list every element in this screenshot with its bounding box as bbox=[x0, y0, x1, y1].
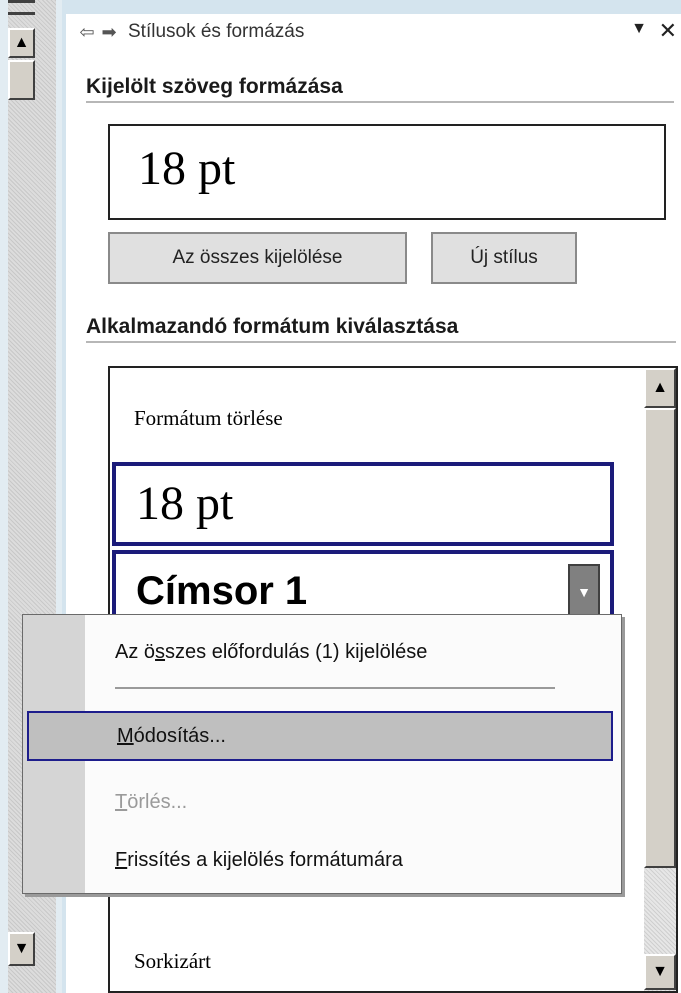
split-handle-line bbox=[8, 12, 35, 15]
menu-item-select-all-occurrences[interactable]: Az ö s szes előfordulás (1) kijelölése bbox=[89, 627, 613, 677]
pane-title: Stílusok és formázás bbox=[128, 21, 305, 42]
item-dropdown-button[interactable]: ▼ bbox=[568, 564, 600, 620]
menu-label-part: örlés... bbox=[127, 790, 188, 813]
split-handle[interactable] bbox=[8, 0, 35, 3]
scrollbar-thumb[interactable] bbox=[8, 60, 35, 100]
list-scrollbar[interactable]: ▲ ▼ bbox=[644, 368, 676, 991]
scrollbar-thumb[interactable] bbox=[644, 408, 676, 868]
pane-header: ⇦ ➡ Stílusok és formázás ▼ ✕ bbox=[66, 14, 681, 50]
select-all-button[interactable]: Az összes kijelölése bbox=[108, 232, 407, 284]
section-title-formatting: Kijelölt szöveg formázása bbox=[86, 75, 674, 103]
menu-label-part: szes előfordulás (1) kijelölése bbox=[165, 640, 428, 663]
menu-accelerator: s bbox=[155, 640, 166, 663]
menu-item-modify[interactable]: Módosítás... bbox=[27, 711, 613, 761]
forward-arrow-icon[interactable]: ➡ bbox=[98, 22, 120, 43]
dropdown-arrow-icon[interactable]: ▼ bbox=[631, 20, 647, 38]
list-item-label: Címsor 1 bbox=[136, 569, 308, 613]
section-title-apply: Alkalmazandó formátum kiválasztása bbox=[86, 315, 676, 343]
menu-label-part: Az ö bbox=[115, 640, 156, 663]
menu-label-part: ódosítás... bbox=[133, 724, 226, 747]
current-format-box: 18 pt bbox=[108, 124, 666, 220]
context-menu: Az ö s szes előfordulás (1) kijelölése Mód… bbox=[22, 614, 622, 894]
new-style-button[interactable]: Új stílus bbox=[431, 232, 577, 284]
menu-item-delete: Törlés... bbox=[89, 777, 613, 827]
menu-separator bbox=[115, 687, 555, 689]
menu-accelerator: M bbox=[117, 724, 134, 747]
list-item-clear-formatting[interactable]: Formátum törlése bbox=[112, 388, 614, 448]
close-icon[interactable]: ✕ bbox=[659, 18, 677, 44]
scroll-up-button[interactable]: ▲ bbox=[8, 28, 35, 58]
scroll-down-button[interactable]: ▼ bbox=[644, 954, 676, 990]
list-item-justify[interactable]: Sorkizárt bbox=[112, 934, 614, 988]
back-arrow-icon[interactable]: ⇦ bbox=[76, 22, 98, 43]
arrow-up-icon: ▲ bbox=[13, 34, 30, 51]
arrow-up-icon: ▲ bbox=[652, 379, 668, 396]
menu-accelerator: F bbox=[115, 848, 128, 871]
arrow-down-icon: ▼ bbox=[13, 940, 30, 957]
list-item-18pt[interactable]: 18 pt bbox=[112, 462, 614, 546]
scroll-up-button[interactable]: ▲ bbox=[644, 368, 676, 408]
menu-item-update-to-match[interactable]: Frissítés a kijelölés formátumára bbox=[89, 835, 613, 885]
arrow-down-icon: ▼ bbox=[652, 963, 668, 980]
menu-accelerator: T bbox=[115, 790, 128, 813]
scroll-down-button[interactable]: ▼ bbox=[8, 932, 35, 966]
menu-label-part: rissítés a kijelölés formátumára bbox=[127, 848, 403, 871]
